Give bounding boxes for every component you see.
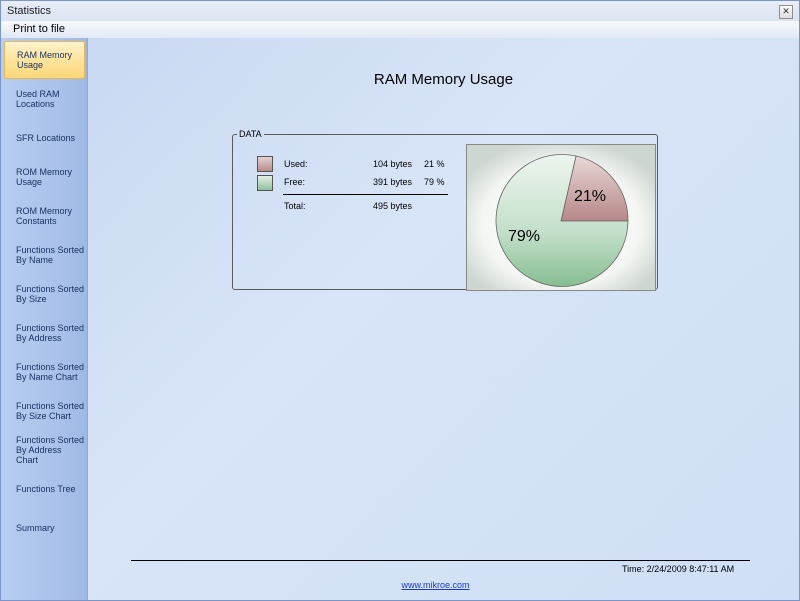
sidebar-item[interactable]: Functions Sorted By Size (4, 275, 85, 313)
used-bytes: 104 bytes (373, 159, 413, 169)
sidebar-item-label: Functions Sorted By Address (16, 323, 85, 343)
sidebar-item-label: Functions Sorted By Size Chart (16, 401, 85, 421)
sidebar-item[interactable]: Functions Sorted By Name Chart (4, 353, 85, 391)
pie-label-free: 79% (508, 228, 540, 245)
sidebar-item[interactable]: Functions Tree (4, 470, 85, 508)
sidebar-item-label: Functions Tree (16, 484, 76, 494)
sidebar-item-label: ROM Memory Usage (16, 167, 72, 187)
pie-chart-panel: 21% 79% (466, 144, 656, 291)
data-group: DATA Used: 104 bytes 21 % Free: 391 byte… (232, 129, 658, 291)
page-title: RAM Memory Usage (373, 71, 514, 88)
menu-bar: Print to file (1, 21, 799, 39)
close-button[interactable]: ✕ (779, 5, 793, 19)
sidebar-item-label: SFR Locations (16, 133, 76, 143)
sidebar-item[interactable]: Functions Sorted By Address (4, 314, 85, 352)
sidebar-item[interactable]: RAM Memory Usage (4, 41, 85, 79)
data-group-label: DATA (237, 129, 264, 139)
sidebar-item-label: Used RAM Locations (16, 89, 60, 109)
close-icon: ✕ (782, 6, 790, 16)
title-bar: Statistics ✕ (1, 1, 799, 22)
sidebar-item-label: Summary (16, 523, 55, 533)
sidebar-item[interactable]: ROM Memory Constants (4, 197, 85, 235)
free-bytes: 391 bytes (373, 177, 413, 187)
sidebar-item[interactable]: SFR Locations (4, 119, 85, 157)
free-percent: 79 % (424, 177, 445, 187)
sidebar-item[interactable]: Functions Sorted By Name (4, 236, 85, 274)
timestamp: Time: 2/24/2009 8:47:11 AM (622, 564, 735, 574)
used-percent: 21 % (424, 159, 445, 169)
sidebar-item[interactable]: Summary (4, 509, 85, 547)
pie-chart: 21% 79% (467, 145, 655, 290)
sidebar-item-label: Functions Sorted By Name (16, 245, 85, 265)
sidebar-item-label: Functions Sorted By Name Chart (16, 362, 85, 382)
sidebar-item[interactable]: Used RAM Locations (4, 80, 85, 118)
used-color-swatch (257, 156, 273, 172)
website-link[interactable]: www.mikroe.com (88, 580, 783, 590)
total-divider (283, 194, 448, 195)
sidebar-item[interactable]: Functions Sorted By Size Chart (4, 392, 85, 430)
menu-print-to-file[interactable]: Print to file (13, 23, 65, 35)
sidebar: RAM Memory Usage Used RAM Locations SFR Lo… (1, 38, 88, 600)
sidebar-item-label: ROM Memory Constants (16, 206, 72, 226)
sidebar-item[interactable]: ROM Memory Usage (4, 158, 85, 196)
statistics-window: Statistics ✕ Print to file RAM Memory Us… (0, 0, 800, 601)
main-panel: RAM Memory Usage DATA Used: 104 bytes 21… (88, 38, 799, 600)
sidebar-item-label: Functions Sorted By Size (16, 284, 85, 304)
total-label: Total: (284, 201, 306, 211)
sidebar-item-label: RAM Memory Usage (17, 50, 73, 70)
sidebar-item[interactable]: Functions Sorted By Address Chart (4, 431, 85, 469)
free-label: Free: (284, 177, 306, 187)
used-label: Used: (284, 159, 308, 169)
total-bytes: 495 bytes (373, 201, 413, 211)
footer-divider (131, 560, 750, 561)
sidebar-item-label: Functions Sorted By Address Chart (16, 435, 85, 465)
window-title: Statistics (7, 5, 52, 17)
free-color-swatch (257, 175, 273, 191)
pie-label-used: 21% (574, 188, 606, 205)
